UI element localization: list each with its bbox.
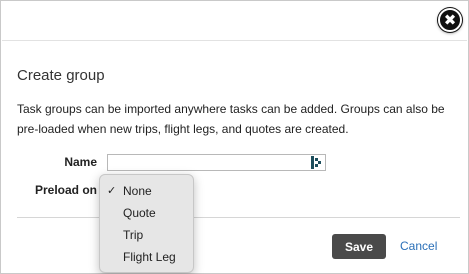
preload-option-trip[interactable]: Trip <box>100 224 193 246</box>
close-icon[interactable]: ✖ <box>438 8 462 32</box>
preload-option-none[interactable]: ✓ None <box>100 180 193 202</box>
create-group-dialog: ✖ Create group Task groups can be import… <box>0 0 469 274</box>
header-divider <box>2 40 467 41</box>
preload-option-flight-leg[interactable]: Flight Leg <box>100 246 193 268</box>
name-label: Name <box>64 155 97 169</box>
cancel-link[interactable]: Cancel <box>400 239 437 253</box>
save-button[interactable]: Save <box>332 234 386 259</box>
option-label: Quote <box>123 206 156 220</box>
preload-on-label: Preload on <box>34 183 97 197</box>
option-label: Flight Leg <box>123 250 176 264</box>
dialog-description: Task groups can be imported anywhere tas… <box>17 102 445 136</box>
checkmark-icon: ✓ <box>107 184 117 197</box>
option-label: Trip <box>123 228 144 242</box>
preload-on-dropdown-menu[interactable]: ✓ None Quote Trip Flight Leg <box>99 174 194 273</box>
dialog-title: Create group <box>17 67 105 84</box>
name-input[interactable] <box>107 154 326 171</box>
list-lookup-icon[interactable] <box>310 156 322 169</box>
option-label: None <box>123 184 152 198</box>
footer-divider <box>17 217 460 218</box>
preload-option-quote[interactable]: Quote <box>100 202 193 224</box>
